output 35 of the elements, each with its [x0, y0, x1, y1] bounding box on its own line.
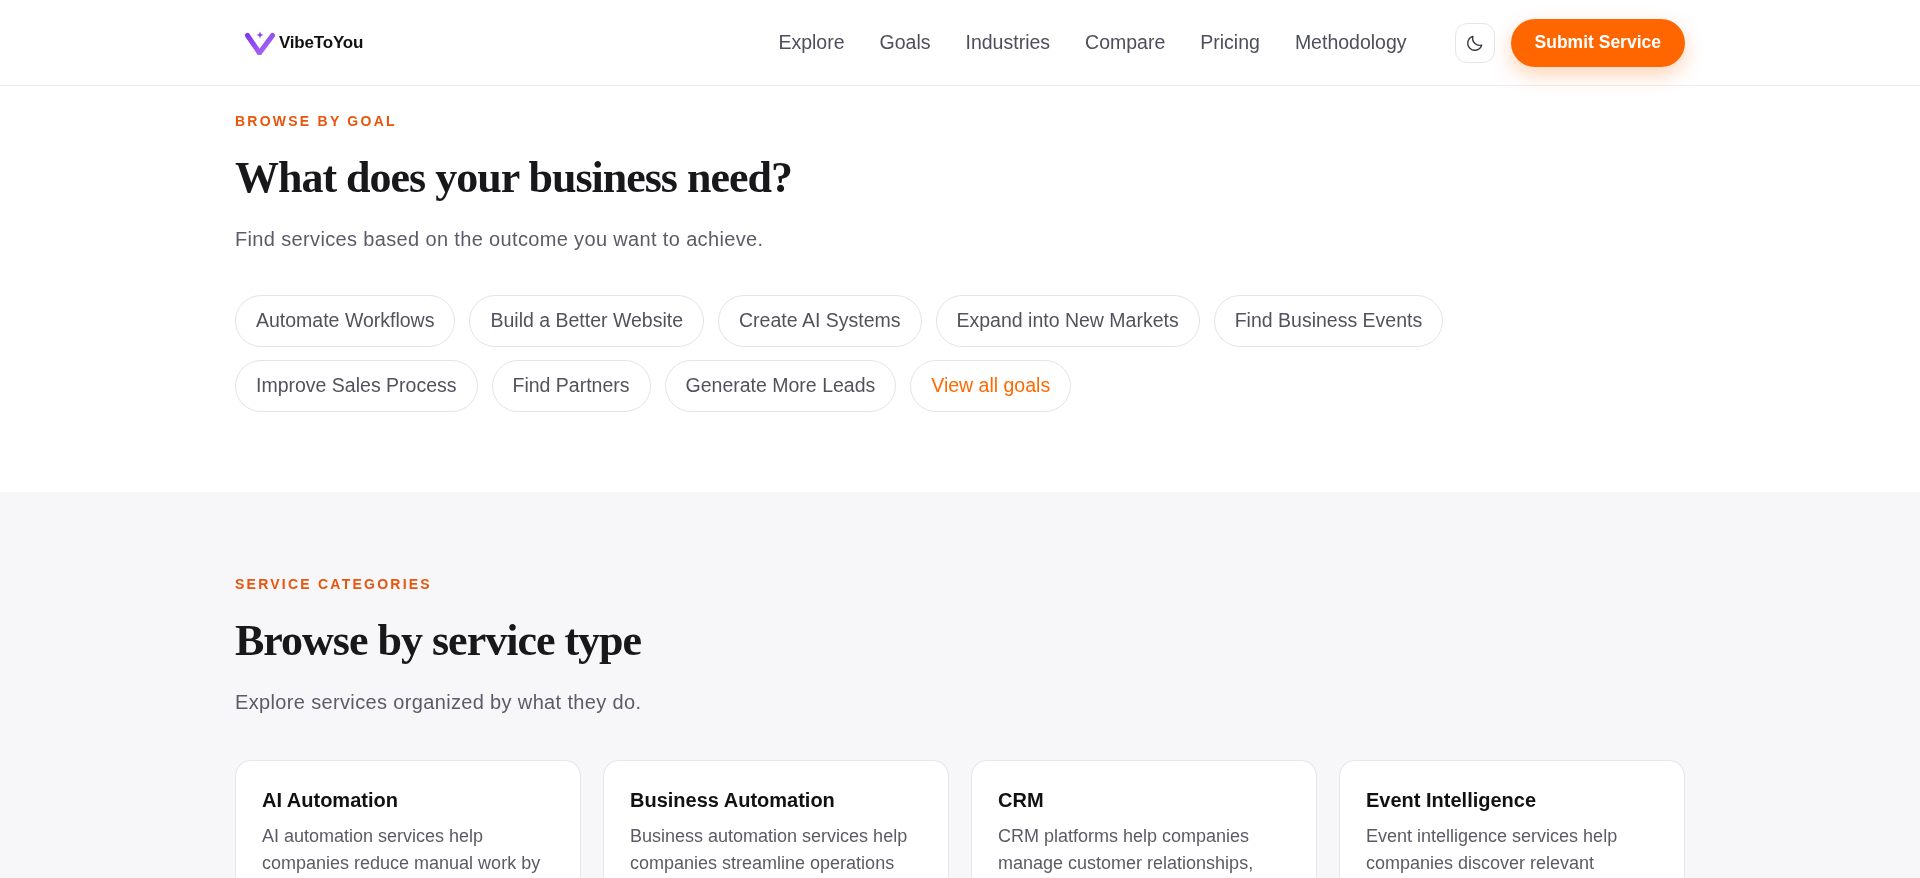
card-title: AI Automation	[262, 788, 399, 812]
section-heading: What does your business need?	[235, 154, 793, 202]
card-description: Event intelligence services help companies discover relevant	[1366, 825, 1619, 875]
nav-link[interactable]: Pricing	[1200, 27, 1260, 58]
section-heading: Browse by service type	[235, 617, 643, 665]
nav-link[interactable]: Compare	[1085, 27, 1166, 58]
card-title: Business Automation	[630, 788, 836, 812]
card-title: CRM	[998, 788, 1045, 812]
card-description: Business automation services help companies streamline operations	[630, 825, 909, 875]
section-subtitle: Find services based on the outcome you want to achieve.	[235, 227, 765, 252]
section-subtitle: Explore services organized by what they do.	[235, 690, 643, 715]
nav-link[interactable]: Methodology	[1294, 27, 1407, 58]
goal-chip[interactable]: Expand into New Markets	[935, 295, 1200, 347]
logo-link[interactable]: VibeToYou	[245, 29, 364, 56]
nav-link[interactable]: Goals	[879, 27, 931, 58]
category-card[interactable]: CRM CRM platforms help companies manage customer relationships,	[971, 760, 1317, 878]
logo-icon	[245, 30, 275, 55]
section-eyebrow: BROWSE BY GOAL	[235, 113, 398, 130]
goal-chip[interactable]: Build a Better Website	[469, 295, 705, 347]
card-title: Event Intelligence	[1366, 788, 1538, 812]
nav-link[interactable]: Explore	[778, 27, 845, 58]
goal-chip[interactable]: Find Business Events	[1213, 295, 1444, 347]
section-eyebrow: SERVICE CATEGORIES	[235, 576, 433, 593]
goal-chip[interactable]: Generate More Leads	[664, 360, 897, 412]
category-card[interactable]: Business Automation Business automation services help companies streamline operations	[603, 760, 949, 878]
goal-chip[interactable]: Find Partners	[491, 360, 651, 412]
theme-toggle-button[interactable]	[1454, 22, 1495, 63]
goal-chip[interactable]: Automate Workflows	[235, 295, 456, 347]
nav-link[interactable]: Industries	[965, 27, 1051, 58]
card-description: AI automation services help companies reduce manual work by	[262, 825, 542, 875]
category-card[interactable]: AI Automation AI automation services help companies reduce manual work by	[235, 760, 581, 878]
category-card[interactable]: Event Intelligence Event intelligence services help companies discover relevant	[1339, 760, 1685, 878]
goal-chip[interactable]: Improve Sales Process	[235, 360, 478, 412]
card-description: CRM platforms help companies manage customer relationships,	[998, 825, 1255, 875]
goal-chip[interactable]: Create AI Systems	[718, 295, 922, 347]
